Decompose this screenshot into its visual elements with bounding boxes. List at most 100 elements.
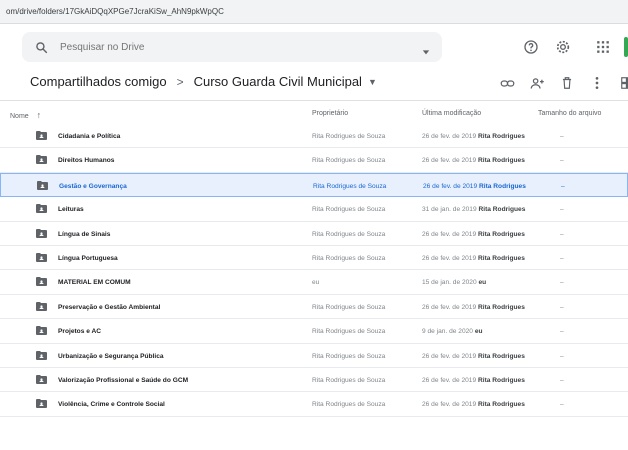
file-name[interactable]: Cidadania e Política bbox=[58, 133, 120, 140]
file-name[interactable]: MATERIAL EM COMUM bbox=[58, 279, 131, 286]
table-row[interactable]: Violência, Crime e Controle Social Rita R… bbox=[0, 392, 628, 417]
help-icon[interactable] bbox=[520, 36, 542, 58]
file-size: – bbox=[560, 279, 564, 287]
account-avatar[interactable] bbox=[624, 37, 628, 57]
folder-actions bbox=[498, 74, 628, 92]
file-size: – bbox=[560, 230, 564, 238]
settings-gear-icon[interactable] bbox=[552, 36, 574, 58]
breadcrumb-shared-with-me[interactable]: Compartilhados comigo bbox=[30, 74, 167, 89]
table-row[interactable]: Valorização Profissional e Saúde do GCM R… bbox=[0, 368, 628, 393]
file-owner: Rita Rodrigues de Souza bbox=[312, 206, 386, 214]
breadcrumb-current-folder[interactable]: Curso Guarda Civil Municipal bbox=[194, 74, 362, 89]
file-owner: Rita Rodrigues de Souza bbox=[312, 352, 386, 360]
modified-by: Rita Rodrigues bbox=[478, 182, 526, 190]
file-modified: 15 de jan. de 2020 eu bbox=[422, 279, 486, 286]
file-owner: Rita Rodrigues de Souza bbox=[312, 133, 386, 140]
search-icon[interactable] bbox=[34, 40, 48, 54]
breadcrumb: Compartilhados comigo > Curso Guarda Civ… bbox=[30, 74, 377, 89]
trash-icon[interactable] bbox=[558, 74, 576, 92]
breadcrumb-separator: > bbox=[176, 74, 184, 89]
table-row[interactable]: Urbanização e Segurança Pública Rita Rodr… bbox=[0, 344, 628, 368]
table-row[interactable]: Cidadania e Política Rita Rodrigues de So… bbox=[0, 124, 628, 149]
file-owner: Rita Rodrigues de Souza bbox=[312, 328, 386, 336]
file-list: Cidadania e Política Rita Rodrigues de So… bbox=[0, 124, 628, 417]
modified-by: Rita Rodrigues bbox=[477, 303, 525, 311]
file-modified: 9 de jan. de 2020 eu bbox=[422, 328, 483, 335]
table-row[interactable]: Direitos Humanos Rita Rodrigues de Souza 2… bbox=[0, 148, 628, 173]
search-bar[interactable] bbox=[22, 32, 442, 62]
file-modified: 26 de fev. de 2019 Rita Rodrigues bbox=[422, 304, 525, 311]
file-modified: 26 de fev. de 2019 Rita Rodrigues bbox=[422, 231, 525, 238]
file-modified: 26 de fev. de 2019 Rita Rodrigues bbox=[422, 157, 525, 164]
table-row[interactable]: Projetos e AC Rita Rodrigues de Souza 9 de… bbox=[0, 319, 628, 344]
shared-folder-icon bbox=[36, 252, 47, 262]
file-size: – bbox=[560, 401, 564, 409]
file-owner: Rita Rodrigues de Souza bbox=[312, 376, 386, 384]
file-modified: 26 de fev. de 2019 Rita Rodrigues bbox=[422, 377, 525, 384]
search-input[interactable] bbox=[58, 40, 392, 54]
file-modified: 26 de fev. de 2019 Rita Rodrigues bbox=[422, 133, 525, 140]
modified-by: Rita Rodrigues bbox=[477, 254, 525, 262]
modified-date: 31 de jan. de 2019 bbox=[422, 206, 477, 214]
table-row[interactable]: Gestão e Governança Rita Rodrigues de Sou… bbox=[0, 172, 628, 198]
file-name[interactable]: Projetos e AC bbox=[58, 328, 101, 335]
table-row[interactable]: Língua Portuguesa Rita Rodrigues de Souza… bbox=[0, 246, 628, 271]
share-add-person-icon[interactable] bbox=[528, 74, 546, 92]
modified-by: Rita Rodrigues bbox=[477, 157, 525, 165]
modified-by: Rita Rodrigues bbox=[477, 230, 525, 238]
column-name[interactable]: Nome ↑ bbox=[10, 110, 41, 120]
modified-date: 26 de fev. de 2019 bbox=[422, 303, 477, 311]
table-row[interactable]: Língua de Sinais Rita Rodrigues de Souza 2… bbox=[0, 222, 628, 246]
modified-by: Rita Rodrigues bbox=[477, 352, 525, 360]
file-owner: Rita Rodrigues de Souza bbox=[313, 182, 387, 190]
file-name[interactable]: Gestão e Governança bbox=[59, 183, 127, 190]
column-size[interactable]: Tamanho do arquivo bbox=[538, 110, 601, 117]
file-name[interactable]: Violência, Crime e Controle Social bbox=[58, 401, 165, 408]
file-name[interactable]: Urbanização e Segurança Pública bbox=[58, 353, 164, 360]
modified-date: 26 de fev. de 2019 bbox=[422, 230, 477, 238]
shared-folder-icon bbox=[36, 204, 47, 214]
file-size: – bbox=[560, 206, 564, 214]
address-bar[interactable]: om/drive/folders/17GkAiDQqXPGe7JcraKiSw_… bbox=[0, 0, 628, 24]
shared-folder-icon bbox=[36, 301, 47, 311]
file-owner: eu bbox=[312, 279, 320, 287]
apps-grid-icon[interactable] bbox=[592, 36, 614, 58]
more-vert-icon[interactable] bbox=[588, 74, 606, 92]
file-name[interactable]: Preservação e Gestão Ambiental bbox=[58, 304, 160, 311]
file-modified: 31 de jan. de 2019 Rita Rodrigues bbox=[422, 206, 525, 213]
file-owner: Rita Rodrigues de Souza bbox=[312, 401, 386, 409]
search-options-icon[interactable] bbox=[422, 43, 430, 61]
file-name[interactable]: Direitos Humanos bbox=[58, 157, 114, 164]
modified-date: 26 de fev. de 2019 bbox=[422, 401, 477, 409]
grid-view-icon[interactable] bbox=[618, 74, 628, 92]
file-modified: 26 de fev. de 2019 Rita Rodrigues bbox=[422, 401, 525, 408]
modified-by: eu bbox=[474, 328, 483, 336]
file-modified: 26 de fev. de 2019 Rita Rodrigues bbox=[422, 353, 525, 360]
file-size: – bbox=[560, 328, 564, 336]
folder-menu-chevron-icon[interactable]: ▼ bbox=[368, 77, 377, 87]
table-row[interactable]: MATERIAL EM COMUM eu 15 de jan. de 2020 eu… bbox=[0, 270, 628, 295]
table-row[interactable]: Leituras Rita Rodrigues de Souza 31 de jan… bbox=[0, 197, 628, 222]
sort-ascending-icon[interactable]: ↑ bbox=[37, 110, 42, 120]
file-owner: Rita Rodrigues de Souza bbox=[312, 254, 386, 262]
modified-date: 26 de fev. de 2019 bbox=[422, 254, 477, 262]
file-size: – bbox=[560, 133, 564, 140]
file-name[interactable]: Leituras bbox=[58, 206, 84, 213]
modified-date: 26 de fev. de 2019 bbox=[422, 157, 477, 165]
column-modified[interactable]: Última modificação bbox=[422, 110, 481, 117]
file-modified: 26 de fev. de 2019 Rita Rodrigues bbox=[422, 255, 525, 262]
file-name[interactable]: Língua de Sinais bbox=[58, 231, 110, 238]
file-owner: Rita Rodrigues de Souza bbox=[312, 230, 386, 238]
get-link-icon[interactable] bbox=[498, 74, 516, 92]
table-row[interactable]: Preservação e Gestão Ambiental Rita Rodri… bbox=[0, 295, 628, 320]
modified-by: Rita Rodrigues bbox=[477, 401, 525, 409]
shared-folder-icon bbox=[36, 374, 47, 384]
file-name[interactable]: Valorização Profissional e Saúde do GCM bbox=[58, 377, 188, 384]
modified-date: 15 de jan. de 2020 bbox=[422, 279, 477, 287]
shared-folder-icon bbox=[36, 228, 47, 238]
file-name[interactable]: Língua Portuguesa bbox=[58, 255, 118, 262]
file-size: – bbox=[560, 157, 564, 165]
file-size: – bbox=[560, 254, 564, 262]
top-toolbar bbox=[510, 36, 628, 58]
file-owner: Rita Rodrigues de Souza bbox=[312, 303, 386, 311]
